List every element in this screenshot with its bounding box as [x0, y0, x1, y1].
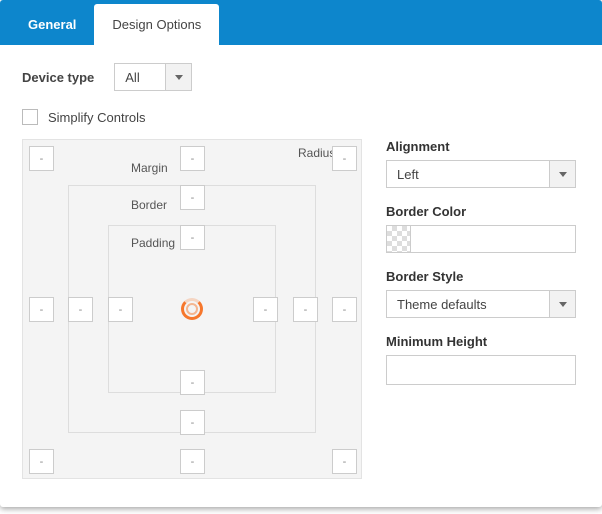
- device-type-value: All: [115, 70, 165, 85]
- margin-label: Margin: [131, 161, 168, 175]
- min-height-label: Minimum Height: [386, 334, 580, 349]
- border-color-label: Border Color: [386, 204, 580, 219]
- border-style-select[interactable]: Theme defaults: [386, 290, 576, 318]
- alignment-select[interactable]: Left: [386, 160, 576, 188]
- margin-left-input[interactable]: -: [29, 297, 54, 322]
- border-color-input[interactable]: [386, 225, 576, 253]
- padding-bottom-input[interactable]: -: [180, 370, 205, 395]
- border-bottom-input[interactable]: -: [180, 410, 205, 435]
- margin-top-input[interactable]: -: [180, 146, 205, 171]
- border-right-input[interactable]: -: [293, 297, 318, 322]
- tab-bar: General Design Options: [0, 0, 602, 45]
- loading-spinner-icon: [181, 298, 203, 320]
- chevron-down-icon: [165, 64, 191, 90]
- radius-tl-input[interactable]: -: [29, 146, 54, 171]
- device-type-label: Device type: [22, 70, 94, 85]
- padding-label: Padding: [131, 236, 175, 250]
- settings-panel: General Design Options Device type All S…: [0, 0, 602, 507]
- side-fields: Alignment Left Border Color Border: [386, 139, 580, 479]
- simplify-controls-label: Simplify Controls: [48, 110, 146, 125]
- radius-bl-input[interactable]: -: [29, 449, 54, 474]
- radius-tr-input[interactable]: -: [332, 146, 357, 171]
- chevron-down-icon: [549, 161, 575, 187]
- margin-right-input[interactable]: -: [332, 297, 357, 322]
- device-type-select[interactable]: All: [114, 63, 192, 91]
- chevron-down-icon: [549, 291, 575, 317]
- padding-top-input[interactable]: -: [180, 225, 205, 250]
- border-left-input[interactable]: -: [68, 297, 93, 322]
- alignment-label: Alignment: [386, 139, 580, 154]
- border-style-value: Theme defaults: [387, 297, 549, 312]
- radius-br-input[interactable]: -: [332, 449, 357, 474]
- alignment-value: Left: [387, 167, 549, 182]
- radius-label: Radius: [298, 146, 335, 160]
- box-model-editor: Radius Margin - - - - - - - - Border - -…: [22, 139, 362, 479]
- simplify-controls-checkbox[interactable]: [22, 109, 38, 125]
- padding-left-input[interactable]: -: [108, 297, 133, 322]
- tab-design-options[interactable]: Design Options: [94, 4, 219, 45]
- transparent-swatch-icon: [387, 226, 411, 252]
- border-top-input[interactable]: -: [180, 185, 205, 210]
- margin-bottom-input[interactable]: -: [180, 449, 205, 474]
- tab-general[interactable]: General: [10, 4, 94, 45]
- min-height-input[interactable]: [386, 355, 576, 385]
- content-area: Device type All Simplify Controls Radius…: [0, 45, 602, 507]
- border-label: Border: [131, 198, 167, 212]
- border-style-label: Border Style: [386, 269, 580, 284]
- padding-right-input[interactable]: -: [253, 297, 278, 322]
